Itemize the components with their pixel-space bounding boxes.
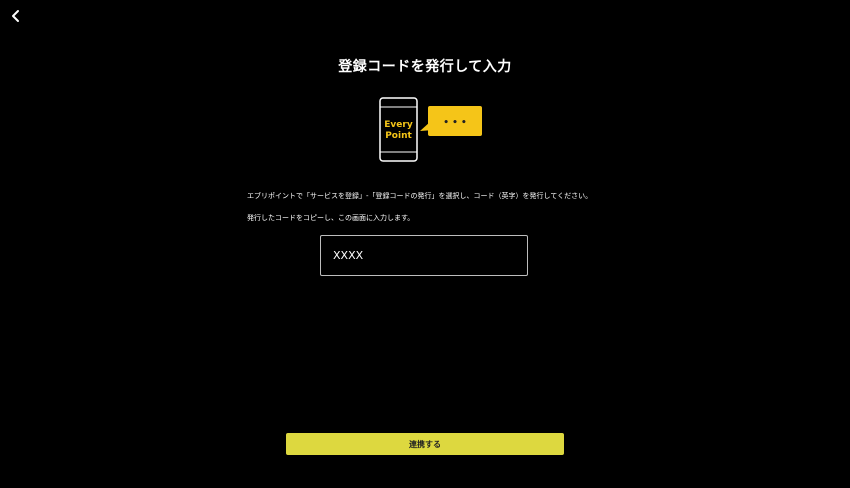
- phone-icon: Every Point: [379, 97, 418, 162]
- registration-code-input[interactable]: [320, 235, 528, 276]
- link-button[interactable]: 連携する: [286, 433, 564, 455]
- page-title: 登録コードを発行して入力: [338, 59, 512, 75]
- link-button-label: 連携する: [409, 439, 441, 449]
- chevron-left-icon: [12, 10, 19, 22]
- bubble-dots: • • •: [443, 118, 467, 128]
- instruction-line-1: エブリポイントで「サービスを登録」-「登録コードの発行」を選択し、コード（英字）…: [247, 192, 593, 200]
- phone-text-point: Point: [385, 131, 412, 141]
- speech-bubble-icon: • • •: [420, 106, 482, 136]
- back-button[interactable]: [6, 6, 26, 26]
- instruction-line-2: 発行したコードをコピーし、この画面に入力します。: [247, 214, 415, 222]
- phone-text-every: Every: [384, 120, 413, 130]
- instructions: エブリポイントで「サービスを登録」-「登録コードの発行」を選択し、コード（英字）…: [247, 192, 667, 236]
- everypoint-illustration: Every Point • • •: [379, 97, 482, 162]
